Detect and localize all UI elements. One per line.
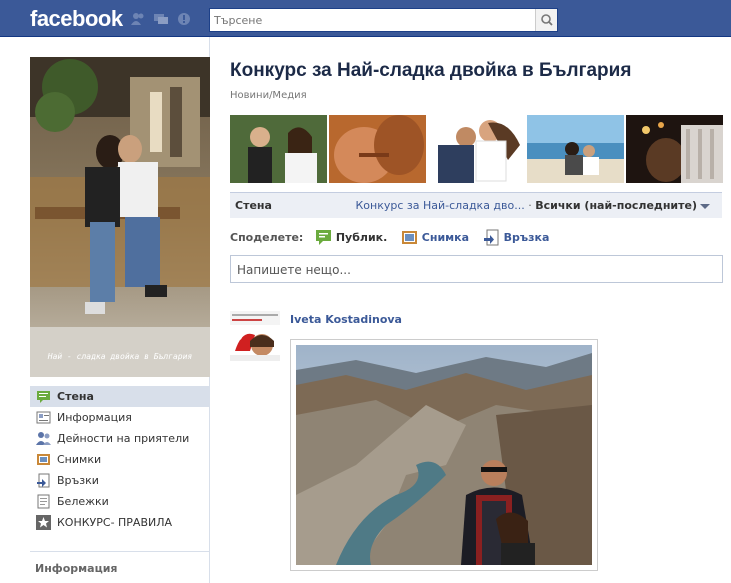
sidebar-item-photos[interactable]: Снимки [30, 449, 210, 470]
photos-icon [37, 454, 50, 465]
sidebar-item-wall[interactable]: Стена [30, 386, 210, 407]
strip-photo-wedding[interactable] [230, 115, 327, 183]
left-column: Най - сладка двойка в България Стена Инф… [0, 37, 210, 583]
page-category: Новини/Медия [230, 90, 307, 101]
composer-placeholder: Напишете нещо... [237, 263, 351, 277]
wall-bar: Стена Конкурс за Най-сладка дво... · Вси… [230, 192, 722, 218]
sidebar-item-links[interactable]: Връзки [30, 470, 210, 491]
wall-icon [37, 391, 50, 403]
share-status-button[interactable]: Публик. [315, 229, 387, 247]
sidebar-item-contest-rules[interactable]: КОНКУРС- ПРАВИЛА [30, 512, 210, 533]
post-author-avatar[interactable] [230, 311, 280, 361]
profile-picture[interactable]: Най - сладка двойка в България [30, 57, 210, 377]
sidebar-item-label: Снимки [57, 453, 102, 466]
link-icon [483, 229, 499, 246]
post-author-name[interactable]: Iveta Kostadinova [290, 313, 402, 326]
filter-separator: · [524, 199, 536, 212]
info-icon [36, 411, 51, 424]
search-input[interactable] [214, 13, 534, 28]
strip-photo-night[interactable] [626, 115, 723, 183]
wall-tab[interactable]: Стена [235, 199, 272, 212]
sidebar-item-label: Връзки [57, 474, 99, 487]
friends-icon [36, 432, 51, 445]
sidebar-item-info[interactable]: Информация [30, 407, 210, 428]
share-photo-button[interactable]: Снимка [401, 229, 469, 247]
strip-photo-beach[interactable] [527, 115, 624, 183]
page-title: Конкурс за Най-сладка двойка в България [230, 60, 632, 81]
photo-icon [401, 231, 417, 244]
star-icon [36, 515, 51, 530]
profile-caption: Най - сладка двойка в България [47, 352, 193, 361]
share-option-label: Връзка [503, 231, 550, 244]
facebook-logo[interactable]: facebook [30, 6, 123, 32]
share-row: Споделете: Публик. Снимка Връзка [230, 229, 559, 247]
links-icon [37, 473, 50, 488]
search-button[interactable] [535, 9, 557, 31]
strip-photo-closeup[interactable] [329, 115, 426, 183]
post-photo[interactable] [296, 345, 592, 565]
sidebar-item-notes[interactable]: Бележки [30, 491, 210, 512]
wall-filter[interactable]: Конкурс за Най-сладка дво... · Всички (н… [356, 199, 710, 212]
status-composer[interactable]: Напишете нещо... [230, 255, 723, 283]
sidebar-item-label: КОНКУРС- ПРАВИЛА [57, 516, 173, 529]
strip-photo-couple-kiss[interactable] [428, 115, 525, 183]
share-link-button[interactable]: Връзка [483, 229, 550, 247]
sidebar-nav: Стена Информация Дейности на приятели Сн… [30, 386, 210, 533]
info-heading: Информация [35, 562, 118, 575]
sidebar-item-label: Бележки [57, 495, 109, 508]
sidebar-item-friend-activity[interactable]: Дейности на приятели [30, 428, 210, 449]
sidebar-item-label: Информация [57, 411, 132, 424]
chevron-down-icon[interactable] [700, 203, 710, 209]
photo-strip [230, 115, 724, 183]
status-icon [315, 230, 331, 245]
sidebar-item-label: Стена [57, 390, 94, 403]
share-label: Споделете: [230, 231, 304, 244]
messages-icon[interactable] [153, 12, 169, 26]
search-icon [541, 14, 553, 26]
page-filter-link[interactable]: Конкурс за Най-сладка дво... [356, 199, 525, 212]
post-photo-frame[interactable] [290, 339, 598, 571]
filter-dropdown[interactable]: Всички (най-последните) [535, 199, 697, 212]
notifications-icon[interactable] [176, 12, 192, 26]
share-option-label: Снимка [421, 231, 470, 244]
share-option-label: Публик. [335, 231, 388, 244]
notes-icon [37, 494, 50, 509]
divider [30, 551, 210, 552]
search-box[interactable] [209, 8, 558, 32]
friend-requests-icon[interactable] [130, 12, 146, 26]
top-bar: facebook [0, 0, 731, 37]
sidebar-item-label: Дейности на приятели [57, 432, 190, 445]
